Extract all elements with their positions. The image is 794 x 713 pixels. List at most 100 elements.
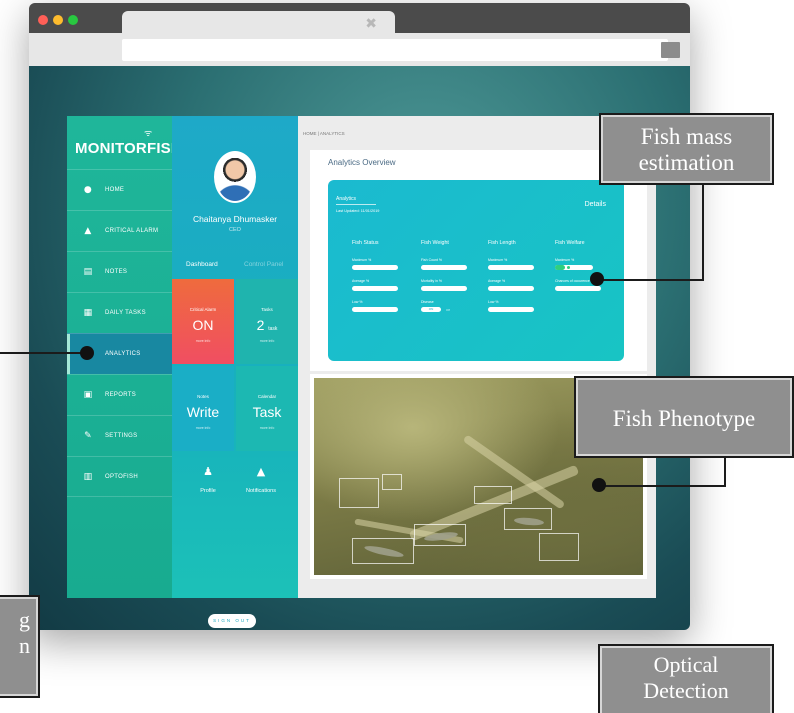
welfare-max-toggle[interactable]	[555, 265, 593, 270]
tile-more-link[interactable]: more info	[172, 339, 234, 343]
wifi-icon: ᯤ	[144, 128, 153, 138]
metric-bar	[352, 286, 398, 291]
tab-close-icon[interactable]: ✖	[365, 16, 377, 32]
metric-label: Disease	[421, 300, 434, 304]
address-bar[interactable]	[122, 39, 668, 61]
details-link[interactable]: Details	[585, 201, 606, 208]
callout-connector	[702, 184, 704, 280]
profile-name: Chaitanya Dhumasker	[192, 214, 278, 224]
metric-label: Average %	[352, 279, 370, 283]
card-title: Analytics	[336, 196, 357, 202]
tile-label: Critical Alarm	[189, 307, 217, 312]
tab-control-panel[interactable]: Control Panel	[244, 261, 283, 268]
tasks-icon: ▦	[83, 308, 93, 318]
wrench-icon: ✎	[84, 431, 92, 441]
breadcrumb[interactable]: HOME | ANALYTICS	[303, 131, 345, 136]
callout-pin	[80, 346, 94, 360]
metric-label: Mortality in %	[421, 279, 443, 283]
callout-text: n	[19, 633, 30, 658]
analytics-card: Analytics Last Updated: 11/01/2019 Detai…	[328, 180, 624, 361]
sidebar-nav: ● HOME ▲ CRITICAL ALARM ▤ NOTES ▦ DAILY …	[67, 169, 172, 497]
grid-icon: ▥	[83, 471, 93, 482]
monitorfish-app: MONITORFISH ᯤ ● HOME ▲ CRITICAL ALARM ▤ …	[67, 116, 656, 628]
close-window-button[interactable]	[38, 15, 48, 25]
tile-more-link[interactable]: more info	[236, 426, 298, 430]
callout-connector	[600, 485, 726, 487]
notifications-button[interactable]: ▲ Notifications	[237, 465, 285, 494]
column-header: Fish Length	[488, 240, 516, 246]
callout-pin	[592, 478, 606, 492]
tile-more-link[interactable]: more info	[172, 426, 234, 430]
tab-dashboard[interactable]: Dashboard	[186, 261, 218, 268]
metric-bar	[488, 265, 534, 270]
sidebar-item-label: REPORTS	[105, 392, 136, 398]
sidebar-item-daily-tasks[interactable]: ▦ DAILY TASKS	[67, 292, 172, 333]
toolbar	[29, 33, 690, 66]
column-header: Fish Status	[352, 240, 379, 246]
column-header: Fish Weight	[421, 240, 449, 246]
detection-box	[539, 533, 579, 561]
divider	[336, 204, 376, 205]
app-logo: MONITORFISH	[75, 140, 182, 157]
notifications-label: Notifications	[246, 488, 276, 494]
sidebar-item-notes[interactable]: ▤ NOTES	[67, 251, 172, 292]
metric-bar	[352, 265, 398, 270]
callout-pin	[590, 272, 604, 286]
tasks-tile[interactable]: Tasks 2 task more info	[236, 279, 298, 364]
tile-value: ON	[192, 317, 214, 333]
calendar-tile[interactable]: Calendar Task more info	[236, 366, 298, 451]
fish-mass-estimation-callout: Fish mass estimation	[599, 113, 774, 185]
callout-text: g	[19, 607, 30, 632]
bell-icon: ▲	[256, 465, 266, 478]
profile-panel: Chaitanya Dhumasker CEO Dashboard Contro…	[172, 116, 298, 628]
tile-value: Task	[252, 404, 282, 420]
detection-box	[382, 474, 402, 490]
tile-value: 2 task	[236, 317, 298, 333]
sidebar-item-label: SETTINGS	[105, 433, 138, 439]
fish-weight-column: Fish Weight Fish Count % Mortality in % …	[421, 240, 491, 321]
metric-bar	[488, 286, 534, 291]
summary-tiles: Critical Alarm ON more info Tasks 2 task…	[172, 279, 298, 452]
metric-label: Low %	[488, 300, 499, 304]
sidebar-item-label: HOME	[105, 187, 125, 193]
sidebar-item-optofish[interactable]: ▥ OPTOFISH	[67, 456, 172, 497]
sidebar-item-critical-alarm[interactable]: ▲ CRITICAL ALARM	[67, 210, 172, 251]
sidebar-item-label: ANALYTICS	[105, 351, 141, 357]
notes-tile[interactable]: Notes Write more info	[172, 366, 234, 451]
page-title: Analytics Overview	[328, 158, 396, 167]
sidebar-item-label: NOTES	[105, 269, 128, 275]
metric-label: Maximum %	[352, 258, 372, 262]
fish-phenotype-callout: Fish Phenotype	[574, 376, 794, 458]
detection-box	[414, 524, 466, 546]
tile-label: Notes	[197, 394, 209, 399]
critical-alarm-tile[interactable]: Critical Alarm ON more info	[172, 279, 234, 364]
fish-welfare-column: Fish Welfare Maximum % Chances of occure…	[555, 240, 625, 300]
sign-out-button[interactable]: SIGN OUT	[208, 614, 256, 628]
column-header: Fish Welfare	[555, 240, 585, 246]
sidebar-item-home[interactable]: ● HOME	[67, 169, 172, 210]
profile-button[interactable]: ♟ Profile	[194, 465, 222, 494]
tile-value: Write	[186, 404, 220, 420]
detection-box	[504, 508, 552, 530]
avatar[interactable]	[214, 151, 256, 203]
last-updated: Last Updated: 11/01/2019	[336, 209, 380, 213]
sidebar-item-label: OPTOFISH	[105, 473, 138, 480]
detection-box	[339, 478, 379, 508]
callout-text: Optical	[653, 652, 719, 677]
optical-detection-callout: Optical Detection	[598, 644, 774, 713]
metric-label: Maximum %	[555, 258, 575, 262]
toggle-off-label: Off	[446, 307, 450, 312]
sidebar-item-settings[interactable]: ✎ SETTINGS	[67, 415, 172, 456]
title-bar: ✖	[29, 3, 690, 37]
tile-label: Calendar	[257, 394, 277, 399]
minimize-window-button[interactable]	[53, 15, 63, 25]
sidebar-item-reports[interactable]: ▣ REPORTS	[67, 374, 172, 415]
callout-text: Fish mass estimation	[638, 124, 735, 175]
maximize-window-button[interactable]	[68, 15, 78, 25]
callout-connector	[600, 279, 704, 281]
sidebar-item-label: DAILY TASKS	[105, 310, 146, 316]
extension-button[interactable]	[661, 42, 680, 58]
disease-toggle[interactable]: ON	[421, 307, 441, 312]
tile-more-link[interactable]: more info	[236, 339, 298, 343]
fish-status-column: Fish Status Maximum % Average % Low %	[352, 240, 422, 321]
